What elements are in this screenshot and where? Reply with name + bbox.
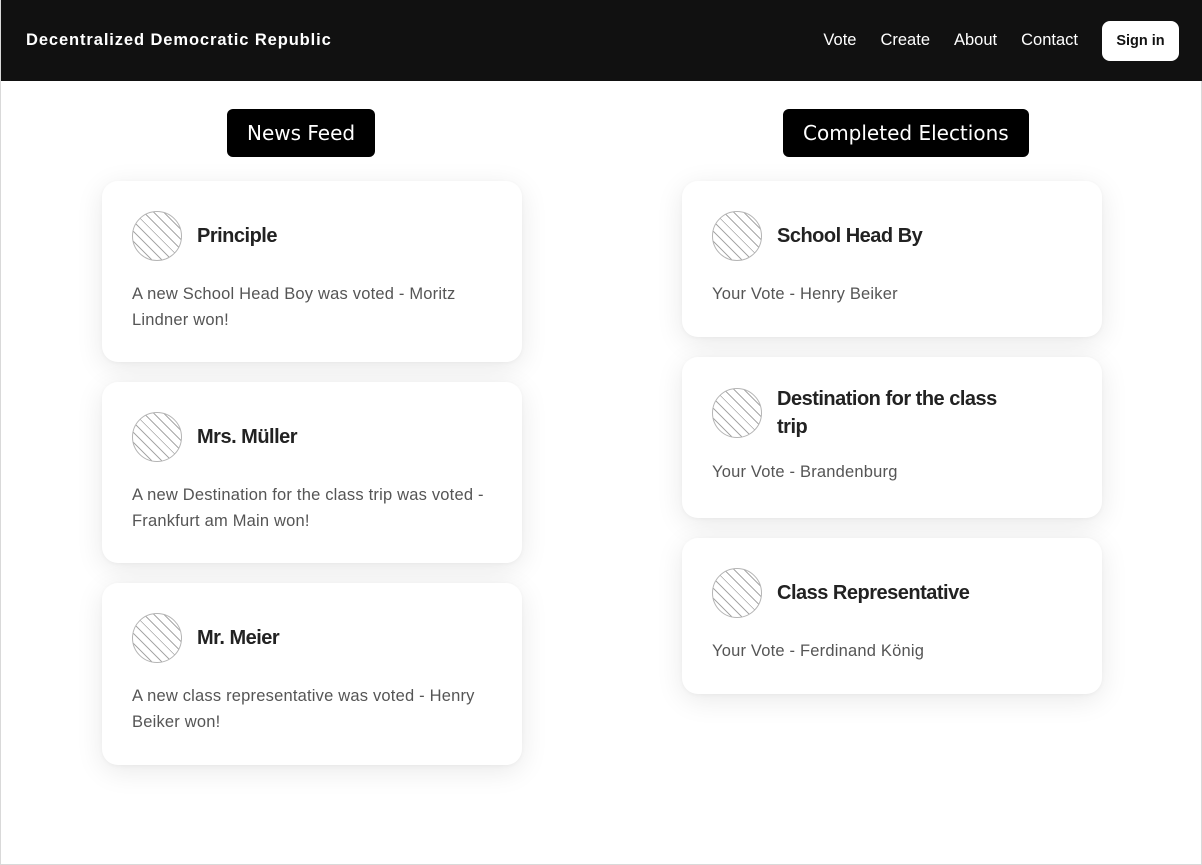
- sign-in-button[interactable]: Sign in: [1102, 20, 1179, 61]
- avatar: [132, 613, 182, 663]
- election-card-header: Class Representative: [712, 568, 1072, 618]
- news-card-author: Mr. Meier: [197, 627, 280, 649]
- election-card-title: Destination for the class trip: [777, 388, 997, 438]
- nav-link-about[interactable]: About: [954, 31, 997, 50]
- news-card-header: Mr. Meier: [132, 613, 492, 663]
- election-card[interactable]: Destination for the class trip Your Vote…: [682, 357, 1102, 518]
- nav-links: Vote Create About Contact Sign in: [823, 20, 1179, 61]
- news-card-author: Mrs. Müller: [197, 426, 298, 448]
- avatar: [712, 211, 762, 261]
- avatar: [132, 412, 182, 462]
- completed-elections-heading: Completed Elections: [783, 109, 1029, 157]
- nav-link-create[interactable]: Create: [880, 31, 930, 50]
- top-navbar: Decentralized Democratic Republic Vote C…: [1, 0, 1202, 81]
- news-feed-column: News Feed Principle A new School Head Bo…: [102, 109, 522, 765]
- avatar: [132, 211, 182, 261]
- election-card[interactable]: Class Representative Your Vote - Ferdina…: [682, 538, 1102, 694]
- news-card: Mrs. Müller A new Destination for the cl…: [102, 382, 522, 563]
- site-brand[interactable]: Decentralized Democratic Republic: [26, 31, 332, 50]
- news-card-text: A new School Head Boy was voted - Moritz…: [132, 285, 456, 329]
- nav-link-vote[interactable]: Vote: [823, 31, 856, 50]
- nav-link-contact[interactable]: Contact: [1021, 31, 1078, 50]
- news-card: Mr. Meier A new class representative was…: [102, 583, 522, 765]
- news-card-text: A new class representative was voted - H…: [132, 687, 475, 731]
- election-card[interactable]: School Head By Your Vote - Henry Beiker: [682, 181, 1102, 337]
- election-card-header: Destination for the class trip: [712, 385, 1072, 441]
- completed-elections-column: Completed Elections School Head By Your …: [682, 109, 1102, 694]
- news-card-header: Principle: [132, 211, 492, 261]
- election-card-header: School Head By: [712, 211, 1072, 261]
- news-card-author: Principle: [197, 225, 277, 247]
- news-feed-heading: News Feed: [227, 109, 376, 157]
- election-card-vote: Your Vote - Brandenburg: [712, 463, 898, 481]
- election-card-vote: Your Vote - Ferdinand König: [712, 642, 925, 660]
- election-card-vote: Your Vote - Henry Beiker: [712, 285, 898, 303]
- avatar: [712, 568, 762, 618]
- election-card-title: Class Representative: [777, 582, 970, 604]
- avatar: [712, 388, 762, 438]
- election-card-title: School Head By: [777, 225, 923, 247]
- news-card-header: Mrs. Müller: [132, 412, 492, 462]
- news-card-text: A new Destination for the class trip was…: [132, 486, 484, 530]
- news-card: Principle A new School Head Boy was vote…: [102, 181, 522, 362]
